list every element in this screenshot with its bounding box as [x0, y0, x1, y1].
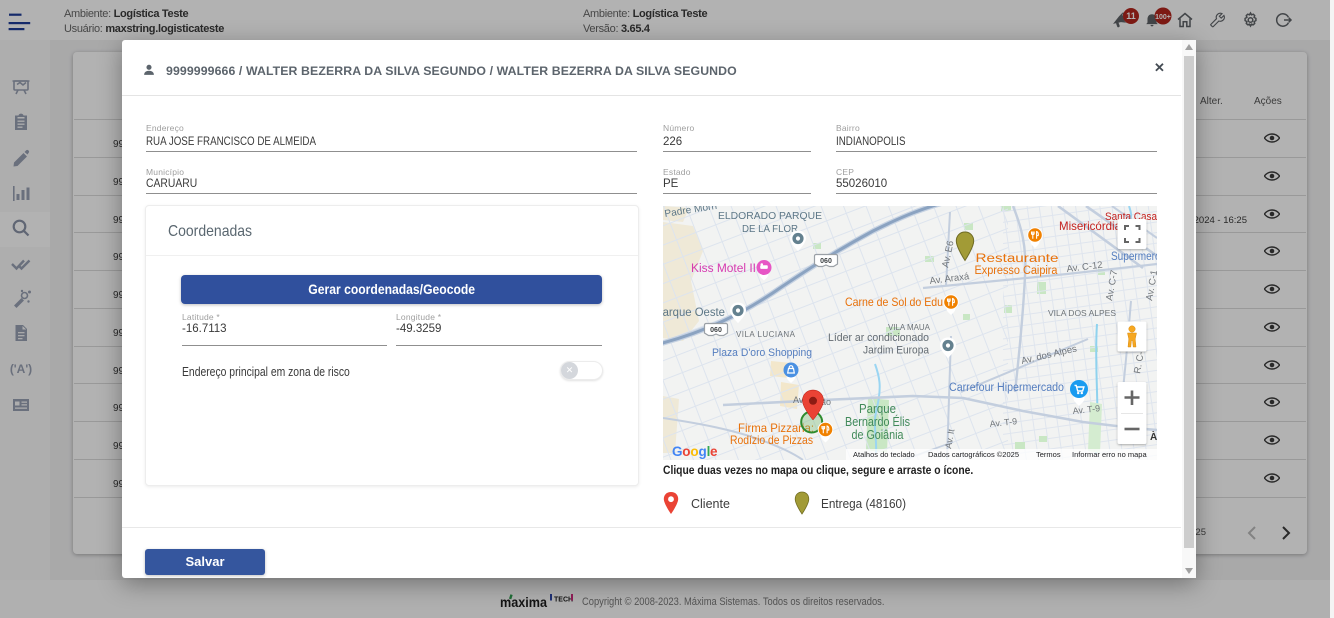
svg-text:g: g — [699, 444, 707, 459]
svg-text:Jardim Europa: Jardim Europa — [863, 345, 930, 357]
svg-text:e: e — [710, 444, 718, 459]
svg-text:Parque: Parque — [859, 402, 896, 416]
svg-text:o: o — [690, 444, 698, 459]
svg-text:de Goiânia: de Goiânia — [852, 428, 904, 442]
svg-text:o: o — [682, 444, 690, 459]
svg-text:VILA DOS ALPES: VILA DOS ALPES — [1048, 308, 1116, 318]
svg-text:À: À — [1150, 430, 1157, 443]
svg-text:Carrefour Hipermercado: Carrefour Hipermercado — [949, 382, 1064, 394]
svg-text:Av: Av — [793, 395, 804, 405]
svg-text:Supermerc: Supermerc — [1111, 251, 1157, 263]
svg-text:Bernardo Élis: Bernardo Élis — [845, 414, 910, 429]
svg-text:DE LA FLOR: DE LA FLOR — [742, 223, 798, 235]
svg-text:Dados cartográficos ©2025: Dados cartográficos ©2025 — [928, 450, 1019, 459]
svg-text:Kiss Motel II: Kiss Motel II — [691, 263, 756, 275]
svg-text:ELDORADO PARQUE: ELDORADO PARQUE — [718, 210, 822, 222]
svg-text:Expresso Caipira: Expresso Caipira — [975, 265, 1059, 277]
svg-text:060: 060 — [820, 258, 832, 265]
svg-text:Parque Oeste: Parque Oeste — [663, 307, 725, 319]
svg-text:Líder ar condicionado: Líder ar condicionado — [828, 332, 929, 344]
svg-text:VILA LUCIANA: VILA LUCIANA — [736, 330, 796, 339]
svg-text:060: 060 — [710, 327, 722, 334]
svg-text:Atalhos do teclado: Atalhos do teclado — [853, 450, 915, 459]
svg-text:Informar erro no mapa: Informar erro no mapa — [1072, 450, 1147, 459]
svg-text:Restaurante: Restaurante — [976, 253, 1059, 265]
svg-text:Cliente: Cliente — [691, 497, 730, 511]
svg-text:VILA MAUA: VILA MAUA — [888, 323, 931, 332]
svg-text:Carne de Sol do Edu: Carne de Sol do Edu — [845, 295, 943, 309]
svg-text:G: G — [672, 444, 683, 459]
svg-text:Rodízio de Pizzas: Rodízio de Pizzas — [730, 433, 813, 447]
svg-text:Entrega (48160): Entrega (48160) — [821, 497, 906, 511]
svg-text:Termos: Termos — [1036, 450, 1061, 459]
svg-text:Plaza D'oro Shopping: Plaza D'oro Shopping — [712, 347, 812, 359]
